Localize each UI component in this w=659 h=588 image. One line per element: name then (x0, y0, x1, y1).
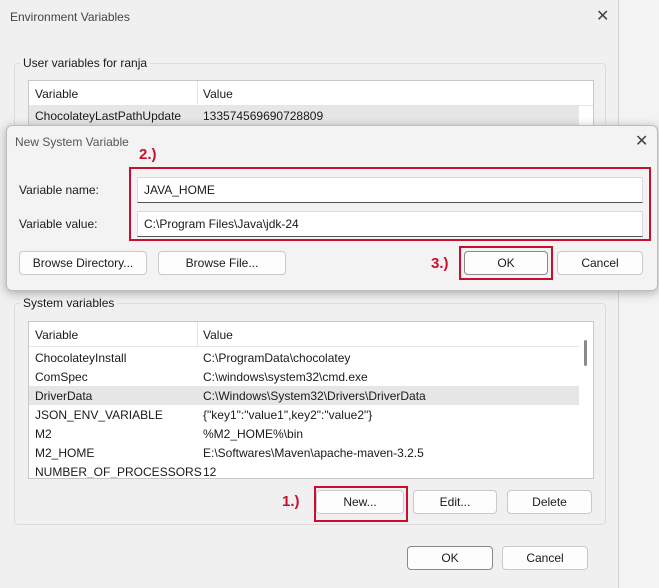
column-separator (197, 81, 198, 105)
user-variables-label: User variables for ranja (20, 56, 151, 70)
cell-variable: ChocolateyLastPathUpdate (35, 109, 182, 123)
table-row[interactable]: ChocolateyInstall C:\ProgramData\chocola… (29, 348, 579, 367)
cell-variable: M2_HOME (35, 446, 95, 460)
cell-variable: JSON_ENV_VARIABLE (35, 408, 163, 422)
user-list-header: Variable Value (29, 81, 593, 106)
cell-variable: DriverData (35, 389, 93, 403)
cell-value: 12 (203, 465, 217, 479)
cell-value: {"key1":"value1",key2":"value2"} (203, 408, 373, 422)
system-list-header: Variable Value (29, 322, 593, 347)
column-separator (197, 322, 198, 346)
cell-variable: NUMBER_OF_PROCESSORS (35, 465, 202, 479)
step-3-highlight (459, 246, 553, 280)
step-2-highlight (129, 167, 651, 241)
environment-variables-window: Environment Variables ✕ User variables f… (0, 0, 619, 588)
cell-value: %M2_HOME%\bin (203, 427, 304, 441)
window-title: Environment Variables (10, 10, 130, 24)
dialog-cancel-button[interactable]: Cancel (557, 251, 643, 275)
dialog-title: New System Variable (15, 135, 129, 149)
close-icon[interactable]: ✕ (596, 9, 609, 25)
column-variable[interactable]: Variable (35, 328, 78, 342)
variable-value-label: Variable value: (19, 217, 98, 231)
table-row[interactable]: M2 %M2_HOME%\bin (29, 424, 579, 443)
cell-value: E:\Softwares\Maven\apache-maven-3.2.5 (203, 446, 424, 460)
scrollbar[interactable] (579, 322, 593, 478)
user-variables-list[interactable]: Variable Value ChocolateyLastPathUpdate … (28, 80, 594, 130)
scrollbar-thumb[interactable] (584, 340, 587, 366)
table-row[interactable]: ChocolateyLastPathUpdate 133574569690728… (29, 106, 579, 125)
table-row[interactable]: ComSpec C:\windows\system32\cmd.exe (29, 367, 579, 386)
column-value[interactable]: Value (203, 87, 233, 101)
edit-button[interactable]: Edit... (413, 490, 497, 514)
table-row[interactable]: DriverData C:\Windows\System32\Drivers\D… (29, 386, 579, 405)
cell-variable: M2 (35, 427, 52, 441)
step-1-highlight (314, 486, 408, 522)
cell-variable: ChocolateyInstall (35, 351, 127, 365)
variable-name-label: Variable name: (19, 183, 99, 197)
cell-value: C:\windows\system32\cmd.exe (203, 370, 368, 384)
system-variables-list[interactable]: Variable Value ChocolateyInstall C:\Prog… (28, 321, 594, 479)
table-row[interactable]: JSON_ENV_VARIABLE {"key1":"value1",key2"… (29, 405, 579, 424)
step-2-label: 2.) (139, 146, 157, 163)
cancel-button[interactable]: Cancel (502, 546, 588, 570)
column-value[interactable]: Value (203, 328, 233, 342)
step-3-label: 3.) (431, 255, 449, 272)
cell-variable: ComSpec (35, 370, 88, 384)
cell-value: 133574569690728809 (203, 109, 324, 123)
cell-value: C:\Windows\System32\Drivers\DriverData (203, 389, 426, 403)
table-row[interactable]: M2_HOME E:\Softwares\Maven\apache-maven-… (29, 443, 579, 462)
system-variables-label: System variables (20, 296, 118, 310)
dialog-close-icon[interactable]: ✕ (635, 134, 648, 150)
delete-button[interactable]: Delete (507, 490, 592, 514)
ok-button[interactable]: OK (407, 546, 493, 570)
table-row[interactable]: NUMBER_OF_PROCESSORS 12 (29, 462, 579, 479)
cell-value: C:\ProgramData\chocolatey (203, 351, 351, 365)
step-1-label: 1.) (282, 493, 300, 510)
browse-directory-button[interactable]: Browse Directory... (19, 251, 147, 275)
column-variable[interactable]: Variable (35, 87, 78, 101)
browse-file-button[interactable]: Browse File... (158, 251, 286, 275)
